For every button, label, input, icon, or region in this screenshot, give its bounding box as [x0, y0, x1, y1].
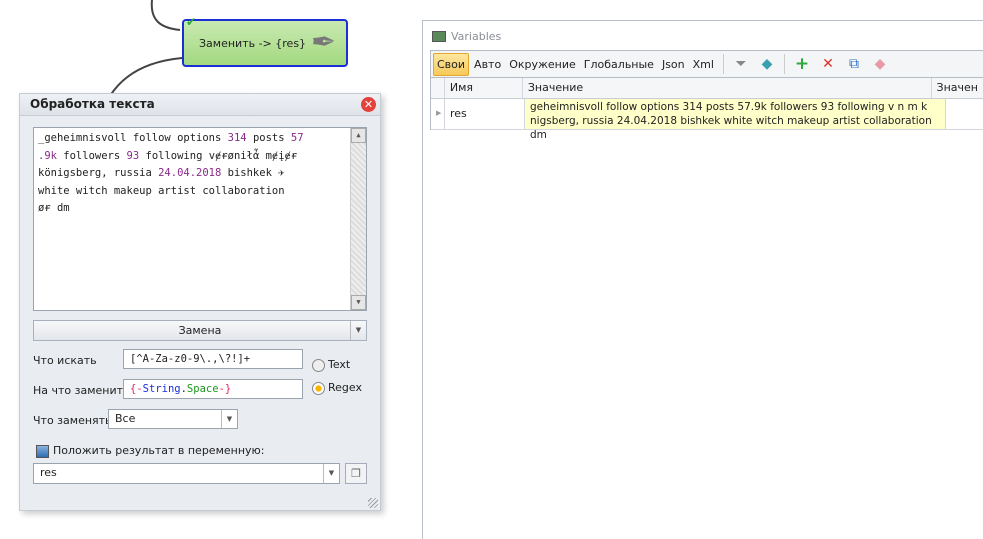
tab-environment[interactable]: Окружение [506, 54, 579, 75]
text-line: øɍ dm [38, 200, 362, 218]
close-icon[interactable]: ✕ [361, 97, 376, 112]
radio-regex[interactable]: Regex [312, 381, 362, 395]
chevron-down-icon: ▼ [221, 410, 237, 428]
which-select[interactable]: Все ▼ [108, 409, 238, 429]
row-pointer-icon: ▶ [431, 99, 445, 129]
column-header-value2[interactable]: Значен [932, 78, 983, 98]
save-to-variable-checkbox[interactable]: Положить результат в переменную: [36, 444, 265, 458]
tab-json[interactable]: Json [659, 54, 688, 75]
node-label: Заменить -> {res} [199, 37, 307, 50]
check-icon: ✔ [186, 15, 197, 29]
replace-input[interactable]: {-String.Space-} [123, 379, 303, 399]
row-indicator-header [431, 78, 445, 98]
tab-auto[interactable]: Авто [471, 54, 504, 75]
scrollbar[interactable]: ▲ ▼ [350, 128, 366, 310]
radio-text-label: Text [328, 358, 351, 371]
add-icon[interactable]: + [792, 54, 812, 74]
column-header-value[interactable]: Значение [523, 78, 932, 98]
table-row[interactable]: ▶ res geheimnisvoll follow options 314 p… [431, 99, 983, 141]
cell-value[interactable]: geheimnisvoll follow options 314 posts 5… [525, 99, 946, 141]
chevron-down-icon: ▼ [323, 464, 339, 483]
text-segment: 24.04.2018 [158, 167, 222, 179]
variables-toolbar: Свои Авто Окружение Глобальные Json Xml … [430, 50, 983, 78]
rename-icon[interactable]: ⧉ [844, 56, 864, 72]
text-processing-dialog: Обработка текста ✕ _geheimnisvoll follow… [19, 93, 381, 511]
text-segment: .9k [38, 149, 57, 162]
mode-select[interactable]: Замена ▼ [33, 320, 367, 341]
radio-selected-icon [312, 381, 325, 395]
variables-icon [432, 31, 446, 42]
text-segment: followers [56, 149, 127, 162]
cell-name[interactable]: res [445, 99, 525, 129]
tab-global[interactable]: Глобальные [581, 54, 657, 75]
mode-value: Замена [178, 324, 222, 337]
grid-header: Имя Значение Значен [431, 78, 983, 99]
scroll-up-icon[interactable]: ▲ [351, 128, 366, 143]
radio-regex-label: Regex [328, 381, 362, 394]
text-segment: bishkek ✈ [221, 167, 285, 179]
variables-grid: Имя Значение Значен ▶ res geheimnisvoll … [430, 78, 983, 141]
filter-icon[interactable]: ⏷ [731, 56, 751, 72]
action-node-replace[interactable]: ✔ Заменить -> {res} ✒ [182, 15, 348, 67]
chevron-down-icon: ▼ [350, 321, 366, 340]
which-value: Все [115, 412, 136, 425]
tab-own[interactable]: Свои [433, 52, 470, 76]
text-segment: øɍ dm [38, 202, 70, 214]
divider [722, 54, 724, 74]
scroll-down-icon[interactable]: ▼ [351, 295, 366, 310]
text-line: _geheimnisvoll follow options 314 posts … [38, 130, 362, 148]
variable-select[interactable]: res ▼ [33, 463, 340, 484]
copy-button[interactable]: ❐ [345, 463, 367, 484]
radio-icon [312, 358, 325, 372]
text-segment: 57 [290, 132, 304, 144]
delete-icon[interactable]: ✕ [818, 56, 838, 72]
column-header-name[interactable]: Имя [445, 78, 523, 98]
panel-title: Variables [451, 30, 502, 43]
tab-xml[interactable]: Xml [690, 54, 717, 75]
cell-value2[interactable] [946, 99, 983, 129]
save-label: Положить результат в переменную: [53, 444, 265, 457]
checkbox-icon [36, 444, 49, 458]
text-segment: posts [246, 132, 291, 144]
pen-nib-icon: ✒ [310, 25, 336, 60]
replace-label: На что заменить [33, 384, 130, 397]
variable-value: res [40, 466, 57, 479]
divider [783, 54, 785, 74]
radio-text[interactable]: Text [312, 358, 350, 372]
clear-icon[interactable]: ◆ [870, 56, 890, 72]
text-segment: 314 [227, 132, 247, 144]
dialog-title: Обработка текста [20, 94, 380, 116]
text-segment: königsberg, russia [38, 167, 159, 179]
resize-grip[interactable] [368, 498, 378, 508]
text-line: .9k followers 93 following vɇɍøniłἆ mɇįɇ… [38, 148, 362, 166]
eraser-icon[interactable]: ◆ [757, 56, 777, 72]
copy-icon: ❐ [351, 467, 361, 480]
search-label: Что искать [33, 354, 97, 367]
text-line: white witch makeup artist collaboration [38, 183, 362, 201]
input-text-area[interactable]: _geheimnisvoll follow options 314 posts … [33, 127, 367, 311]
text-line: königsberg, russia 24.04.2018 bishkek ✈ [38, 165, 362, 183]
variables-panel: Variables Свои Авто Окружение Глобальные… [422, 20, 983, 539]
search-input[interactable]: [^A-Za-z0-9\.,\?!]+ [123, 349, 303, 369]
text-segment: _geheimnisvoll follow options [38, 132, 228, 144]
which-label: Что заменять [33, 414, 112, 427]
text-segment: following vɇɍøniłἆ mɇįɇɍ [139, 149, 298, 162]
text-segment: white witch makeup artist collaboration [38, 184, 285, 197]
text-segment: 93 [126, 149, 140, 162]
